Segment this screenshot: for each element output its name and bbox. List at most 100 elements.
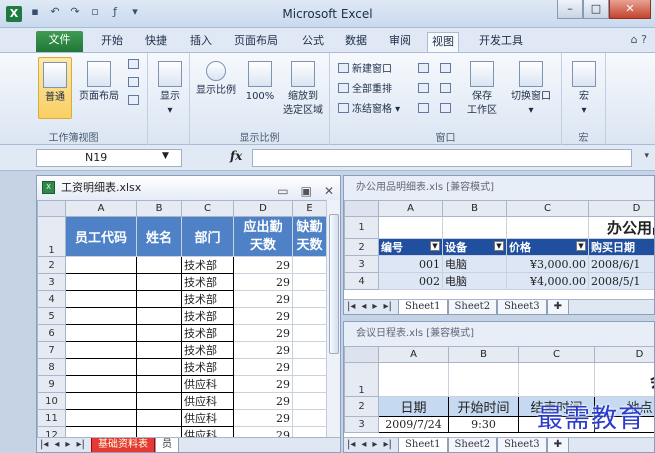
freeze-panes-button[interactable]: 冻结窗格 ▾ [338, 103, 400, 117]
cell-attendance-days[interactable]: 29 [233, 358, 293, 376]
cell-name[interactable] [136, 358, 182, 376]
full-screen-icon[interactable] [128, 95, 142, 109]
hide-icon[interactable] [418, 83, 432, 97]
formula-input[interactable] [252, 149, 632, 167]
normal-view-button[interactable]: 普通 [38, 57, 72, 119]
minimize-button[interactable]: – [557, 0, 583, 19]
cell[interactable] [378, 216, 443, 239]
sheet-tab-basic-data[interactable]: 基础资料表 [91, 438, 156, 452]
vertical-scrollbar[interactable] [326, 200, 340, 439]
row-header[interactable]: 8 [37, 358, 66, 376]
tab-file[interactable]: 文件 [36, 31, 83, 52]
cell-attendance-days[interactable]: 29 [233, 341, 293, 359]
cell-attendance-days[interactable]: 29 [233, 307, 293, 325]
sheet-nav-next-icon[interactable]: ▸ [369, 300, 380, 314]
maximize-button[interactable]: □ [583, 0, 609, 19]
header-number[interactable]: 编号 ▼ [378, 238, 443, 256]
header-price[interactable]: 价格 ▼ [506, 238, 589, 256]
filter-dropdown-icon[interactable]: ▼ [430, 241, 440, 251]
row-header[interactable]: 1 [37, 216, 66, 257]
save-workspace-button[interactable]: 保存 工作区 [462, 61, 502, 118]
cell-absence-days[interactable] [292, 358, 327, 376]
cell-department[interactable]: 技术部 [181, 273, 234, 291]
cell-department[interactable]: 技术部 [181, 324, 234, 342]
sheet-nav-next-icon[interactable]: ▸ [62, 438, 73, 452]
cell-employee-code[interactable] [65, 324, 137, 342]
cell-absence-days[interactable] [292, 307, 327, 325]
tab-formulas[interactable]: 公式 [302, 32, 324, 52]
select-all-corner[interactable] [344, 200, 379, 217]
custom-views-icon[interactable] [128, 77, 142, 91]
zoom-button[interactable]: 显示比例 [192, 61, 240, 98]
header-attendance-days[interactable]: 应出勤 天数 [233, 216, 293, 257]
cell-department[interactable]: 供应科 [181, 392, 234, 410]
cell-attendance-days[interactable]: 29 [233, 392, 293, 410]
col-header-d[interactable]: D [588, 200, 654, 217]
close-button[interactable]: ✕ [609, 0, 651, 19]
cell-employee-code[interactable] [65, 392, 137, 410]
new-window-button[interactable]: 新建窗口 [338, 63, 392, 77]
tab-review[interactable]: 审阅 [389, 32, 411, 52]
header-date[interactable]: 日期 [378, 396, 449, 417]
row-header[interactable]: 1 [344, 362, 379, 397]
cell-attendance-days[interactable]: 29 [233, 324, 293, 342]
workbook-window-office-supplies[interactable]: 办公用品明细表.xls [兼容模式] A B C D 1 办公用品明 2 编号 ▼… [343, 175, 655, 315]
meeting-banner-title[interactable]: 会议 [594, 362, 654, 397]
sheet-nav-next-icon[interactable]: ▸ [369, 438, 380, 452]
arrange-all-button[interactable]: 全部重排 [338, 83, 392, 97]
col-header-a[interactable]: A [378, 200, 443, 217]
cell-attendance-days[interactable]: 29 [233, 256, 293, 274]
row-header[interactable]: 9 [37, 375, 66, 393]
cell-number[interactable]: 002 [378, 272, 443, 290]
row-header[interactable]: 3 [37, 273, 66, 291]
cell-price[interactable]: ¥4,000.00 [506, 272, 589, 290]
cell-employee-code[interactable] [65, 307, 137, 325]
col-header-c[interactable]: C [518, 346, 595, 363]
tab-page-layout[interactable]: 页面布局 [234, 32, 278, 52]
sheet-tab-2[interactable]: Sheet2 [447, 300, 498, 314]
cell-name[interactable] [136, 273, 182, 291]
cell-employee-code[interactable] [65, 273, 137, 291]
cell-employee-code[interactable] [65, 290, 137, 308]
filter-dropdown-icon[interactable]: ▼ [576, 241, 586, 251]
sheet-nav-last-icon[interactable]: ▸| [380, 300, 394, 314]
col-header-a[interactable]: A [378, 346, 449, 363]
tab-home[interactable]: 开始 [101, 32, 123, 52]
cell-device[interactable]: 电脑 [442, 255, 507, 273]
sync-scroll-icon[interactable] [440, 83, 454, 97]
cell-name[interactable] [136, 324, 182, 342]
row-header[interactable]: 2 [37, 256, 66, 274]
cell-number[interactable]: 001 [378, 255, 443, 273]
cell-absence-days[interactable] [292, 392, 327, 410]
cell[interactable] [378, 362, 449, 397]
cell-absence-days[interactable] [292, 290, 327, 308]
cell-name[interactable] [136, 256, 182, 274]
cell-absence-days[interactable] [292, 409, 327, 427]
tab-quick[interactable]: 快捷 [145, 32, 167, 52]
row-header[interactable]: 4 [344, 272, 379, 290]
row-header[interactable]: 3 [344, 416, 379, 433]
cell-absence-days[interactable] [292, 341, 327, 359]
cell[interactable] [518, 362, 595, 397]
cell-attendance-days[interactable]: 29 [233, 273, 293, 291]
col-header-b[interactable]: B [442, 200, 507, 217]
col-header-a[interactable]: A [65, 200, 137, 217]
cell-name[interactable] [136, 290, 182, 308]
office-grid[interactable]: A B C D 1 办公用品明 2 编号 ▼ 设备 ▼ 价格 ▼ 购买日期 3001电… [344, 200, 654, 290]
row-header[interactable]: 10 [37, 392, 66, 410]
select-all-corner[interactable] [344, 346, 379, 363]
workbook-window-salary[interactable]: X 工资明细表.xlsx ▭ ▣ ✕ A B C D E 1 员工代码 姓名 部… [36, 175, 341, 453]
sheet-nav-first-icon[interactable]: |◂ [344, 438, 358, 452]
filter-dropdown-icon[interactable]: ▼ [494, 241, 504, 251]
cell-absence-days[interactable] [292, 324, 327, 342]
scroll-thumb[interactable] [329, 214, 339, 354]
cell-department[interactable]: 供应科 [181, 409, 234, 427]
cell[interactable] [506, 216, 589, 239]
col-header-c[interactable]: C [506, 200, 589, 217]
office-banner-title[interactable]: 办公用品明 [588, 216, 654, 239]
cell-employee-code[interactable] [65, 375, 137, 393]
cell-purchase-date[interactable]: 2008/6/1 [588, 255, 654, 273]
cell-employee-code[interactable] [65, 409, 137, 427]
cell[interactable] [448, 362, 519, 397]
sheet-tab-1[interactable]: Sheet1 [398, 438, 448, 452]
